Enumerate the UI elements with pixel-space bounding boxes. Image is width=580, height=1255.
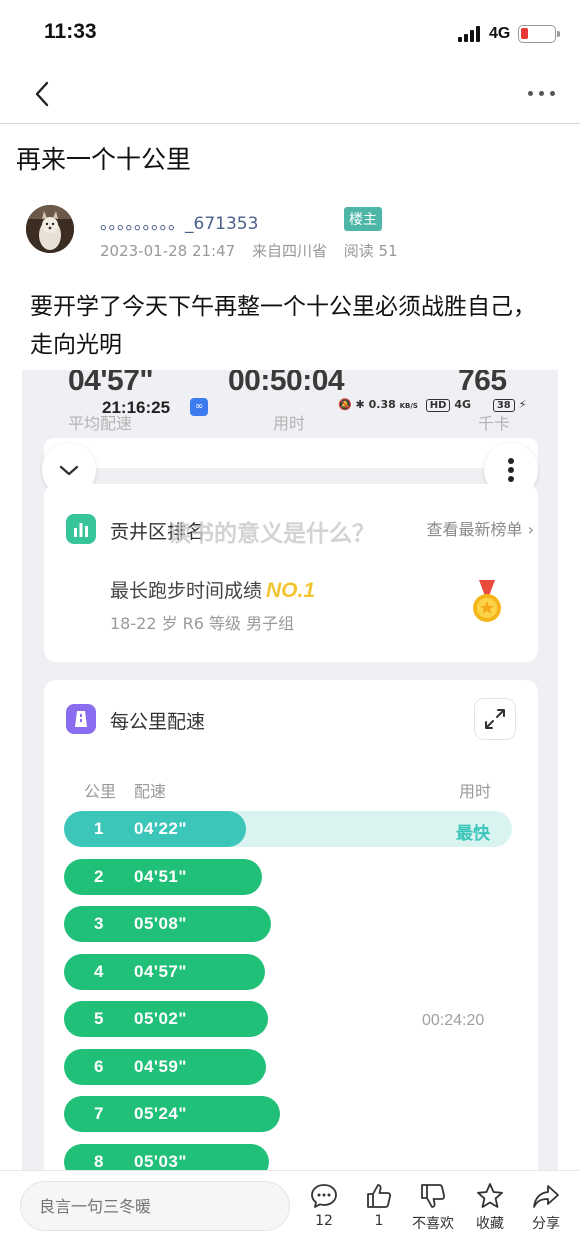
pace-row-value: 05'24" [134, 1104, 187, 1123]
split-time: 00:24:20 [422, 1012, 485, 1029]
latest-ranking-label: 查看最新榜单 [426, 520, 523, 539]
calories-value: 765 [458, 370, 507, 397]
pace-row-value: 05'03" [134, 1151, 187, 1171]
comment-count: 12 [315, 1213, 333, 1229]
chart-icon [66, 514, 96, 544]
hd-icon: HD [425, 399, 451, 412]
dog-avatar-icon [26, 205, 74, 253]
favorite-label: 收藏 [476, 1216, 504, 1232]
pace-row-km: 3 [94, 914, 104, 933]
bottom-bar: 12 1 不喜欢 收藏 分享 [0, 1170, 580, 1255]
network-type: 4G [489, 25, 511, 42]
watermark-text: 读书的意义是什么？ [168, 521, 375, 547]
phone-battery: 38 [492, 399, 515, 412]
pace-row-value: 04'22" [134, 819, 187, 838]
road-icon [66, 704, 96, 734]
pace-row-km: 7 [94, 1104, 104, 1123]
latest-ranking-link[interactable]: 查看最新榜单 › [426, 516, 534, 540]
duration-value: 00:50:04 [228, 370, 345, 397]
op-badge: 楼主 [344, 207, 382, 231]
phone-status-icons: 🔕 ✱ 0.38 KB/S HD 4G 38 ⚡ [338, 398, 526, 412]
pace-row-value: 04'51" [134, 866, 187, 886]
phone-clock: 21:16:25 [102, 398, 171, 417]
favorite-button[interactable]: 收藏 [470, 1181, 510, 1233]
avatar[interactable] [26, 205, 74, 253]
view-count: 阅读 51 [343, 242, 398, 260]
post-title: 再来一个十公里 [16, 145, 192, 174]
signal-label: 4G [454, 398, 471, 411]
pace-row-km: 4 [94, 961, 104, 981]
fastest-label: 最快 [456, 824, 490, 844]
pace-row-km: 8 [94, 1151, 104, 1171]
pace-row-value: 04'59" [134, 1056, 187, 1076]
post-date: 2023-01-28 21:47 [100, 242, 236, 260]
column-time: 用时 [459, 782, 492, 801]
comment-icon [311, 1184, 337, 1208]
nav-bar [0, 68, 580, 124]
pace-row-value: 04'57" [134, 961, 187, 981]
pace-row-km: 2 [94, 866, 104, 886]
column-km: 公里 [84, 782, 117, 801]
pace-row: 3 05'08" [64, 906, 271, 942]
pace-row: 7 05'24" [64, 1096, 280, 1132]
medal-icon [473, 580, 501, 622]
like-button[interactable]: 1 [361, 1181, 397, 1229]
share-icon [533, 1185, 559, 1208]
best-rank: NO.1 [266, 579, 316, 602]
signal-icon [458, 26, 484, 42]
pace-row: 6 04'59" [64, 1048, 266, 1085]
comment-input[interactable] [20, 1181, 290, 1231]
status-bar: 11:33 4G [0, 0, 580, 68]
mute-icon: 🔕 [338, 398, 352, 411]
dislike-button[interactable]: 不喜欢 [404, 1181, 462, 1233]
post-image[interactable]: 04'57" 00:50:04 765 平均配速 用时 千卡 21:16:25 … [22, 370, 558, 1170]
panel-top [44, 438, 538, 468]
ranking-card [44, 484, 538, 662]
chevron-right-icon: › [527, 520, 534, 539]
post-body: 要开学了今天下午再整一个十公里必须战胜自己，走向光明 [30, 294, 536, 358]
pace-title: 每公里配速 [110, 711, 206, 733]
best-record: 最长跑步时间成绩 NO.1 [110, 576, 315, 603]
duration-label: 用时 [273, 414, 306, 433]
share-button[interactable]: 分享 [526, 1181, 566, 1233]
avg-pace-value: 04'57" [68, 370, 154, 397]
pace-row-km: 1 [94, 819, 104, 838]
pace-row-value: 05'02" [134, 1009, 187, 1028]
thumbs-down-icon [421, 1184, 446, 1208]
pace-row-value: 05'08" [134, 914, 187, 933]
more-options-button[interactable] [524, 78, 560, 108]
comment-button[interactable]: 12 [306, 1181, 342, 1229]
pace-row: 5 05'02" [64, 1001, 268, 1037]
bluetooth-icon: ✱ [355, 398, 365, 411]
expand-button[interactable] [474, 698, 516, 740]
column-pace: 配速 [134, 782, 167, 801]
pace-row-km: 6 [94, 1056, 104, 1076]
post-meta: 2023-01-28 21:47 来自四川省 阅读 51 [100, 240, 410, 261]
pace-row: 2 04'51" [64, 858, 262, 895]
best-record-label: 最长跑步时间成绩 [110, 580, 263, 602]
star-icon [477, 1183, 503, 1208]
age-group: 18-22 岁 R6 等级 男子组 [110, 614, 295, 633]
calories-label: 千卡 [478, 414, 511, 433]
thumbs-up-icon [367, 1184, 392, 1208]
pace-row: 4 04'57" [64, 953, 265, 990]
charging-icon: ⚡ [518, 398, 527, 411]
pace-row-km: 5 [94, 1009, 104, 1028]
back-button[interactable] [28, 74, 58, 114]
like-count: 1 [374, 1213, 384, 1229]
pace-row: 1 04'22" [64, 811, 246, 847]
share-label: 分享 [532, 1216, 560, 1232]
post-location: 来自四川省 [251, 242, 327, 260]
pace-row: 8 05'03" [64, 1143, 269, 1171]
net-speed-unit: KB/S [399, 402, 418, 410]
app-notification-icon: ∞ [190, 398, 208, 416]
author-name[interactable]: 。。。。。。。。。_671353 [100, 209, 258, 234]
battery-icon [518, 25, 560, 43]
expand-icon [485, 709, 505, 729]
status-time: 11:33 [44, 20, 97, 43]
net-speed: 0.38 [368, 398, 396, 411]
chevron-left-icon [35, 81, 49, 107]
dislike-label: 不喜欢 [412, 1216, 454, 1232]
